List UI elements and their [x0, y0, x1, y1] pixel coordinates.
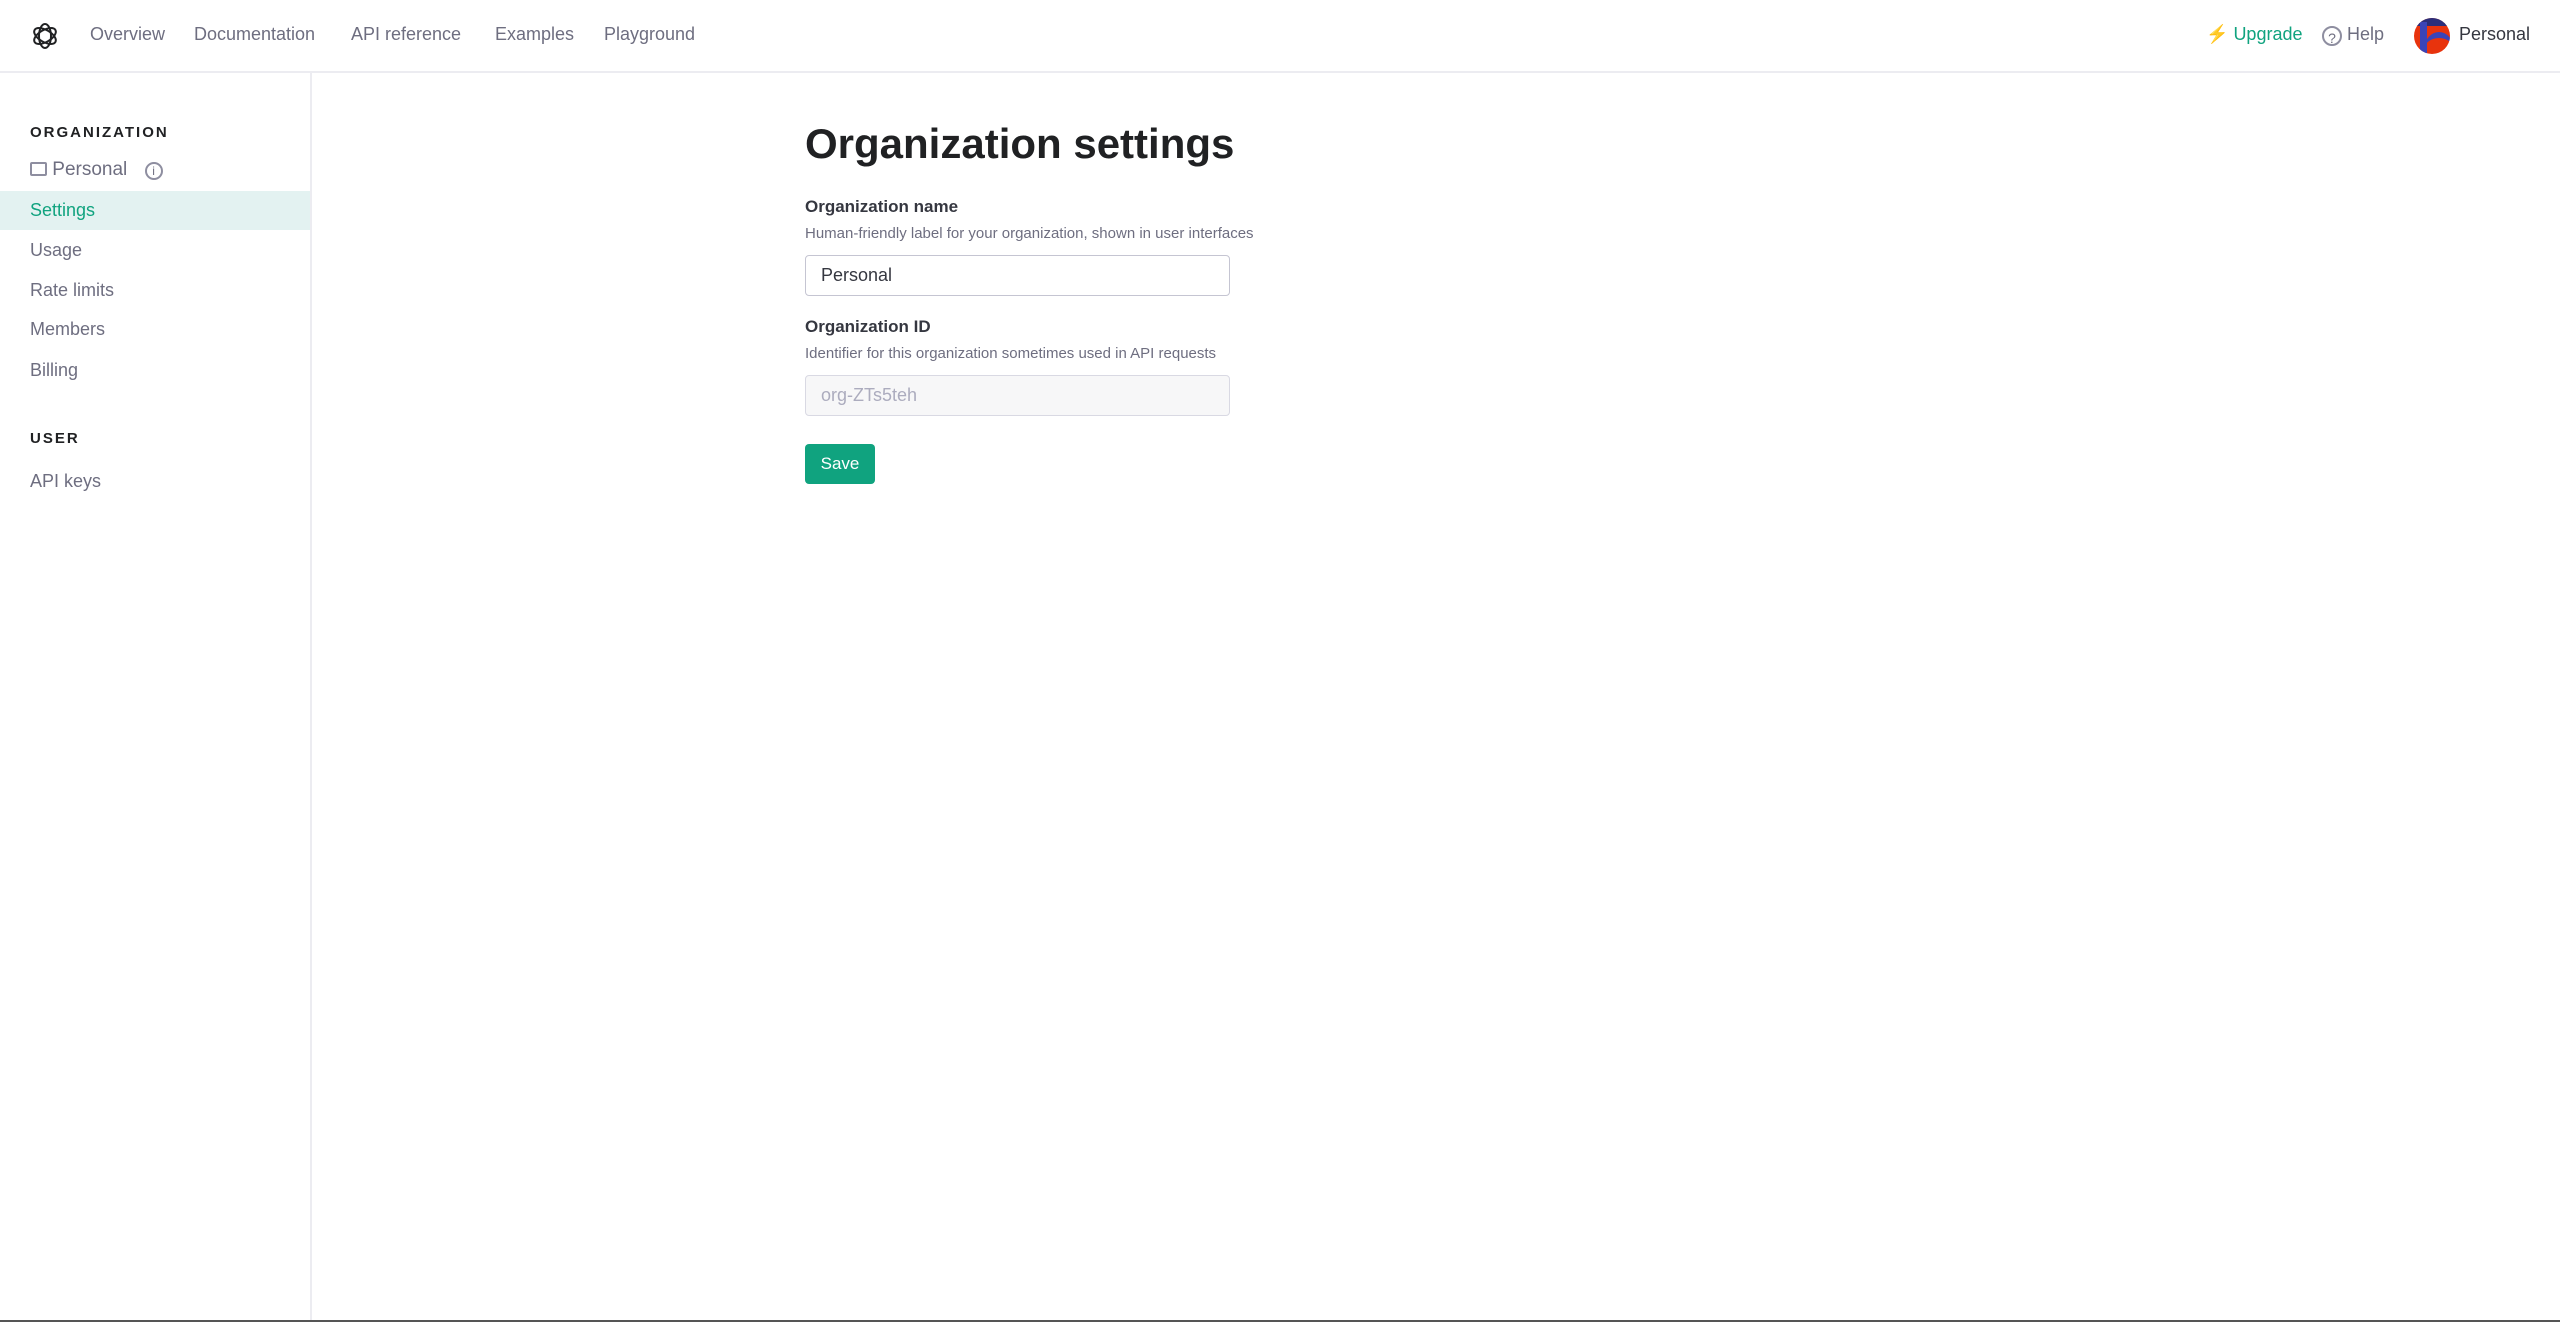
- nav-playground[interactable]: Playground: [604, 24, 695, 45]
- help-link[interactable]: ? Help: [2322, 24, 2384, 46]
- section-heading-organization: ORGANIZATION: [30, 124, 169, 141]
- sidebar-item-rate-limits[interactable]: Rate limits: [0, 271, 310, 310]
- org-name-label: Organization name: [805, 197, 959, 216]
- openai-logo-icon[interactable]: [29, 20, 61, 52]
- org-id-input: [805, 375, 1230, 416]
- sidebar: ORGANIZATION Personal i Settings Usage R…: [0, 73, 312, 1320]
- info-icon[interactable]: i: [144, 162, 163, 180]
- upgrade-link[interactable]: ⚡ Upgrade: [2206, 24, 2302, 45]
- section-heading-user: USER: [30, 430, 80, 447]
- lightning-icon: ⚡: [2206, 24, 2229, 44]
- sidebar-item-api-keys[interactable]: API keys: [0, 462, 310, 501]
- sidebar-item-usage[interactable]: Usage: [0, 231, 310, 270]
- sidebar-item-settings[interactable]: Settings: [0, 191, 310, 230]
- org-name-input[interactable]: [805, 255, 1230, 296]
- nav-api-reference[interactable]: API reference: [351, 24, 461, 45]
- nav-examples[interactable]: Examples: [495, 24, 574, 45]
- org-name: Personal: [52, 159, 128, 180]
- upgrade-label: Upgrade: [2233, 24, 2303, 44]
- page-title: Organization settings: [805, 120, 1235, 167]
- account-name: Personal: [2459, 24, 2531, 44]
- sidebar-item-billing[interactable]: Billing: [0, 351, 310, 390]
- org-id-description: Identifier for this organization sometim…: [805, 345, 1217, 362]
- help-label: Help: [2347, 24, 2385, 44]
- nav-documentation[interactable]: Documentation: [194, 24, 315, 45]
- briefcase-icon: [30, 162, 47, 176]
- sidebar-item-members[interactable]: Members: [0, 310, 310, 349]
- nav-overview[interactable]: Overview: [90, 24, 165, 45]
- org-name-description: Human-friendly label for your organizati…: [805, 225, 1254, 242]
- save-button[interactable]: Save: [805, 444, 875, 484]
- top-header: Overview Documentation API reference Exa…: [0, 0, 2560, 73]
- org-switcher[interactable]: Personal i: [30, 159, 163, 181]
- org-id-label: Organization ID: [805, 317, 931, 336]
- avatar: [2414, 18, 2450, 54]
- question-circle-icon: ?: [2322, 26, 2342, 46]
